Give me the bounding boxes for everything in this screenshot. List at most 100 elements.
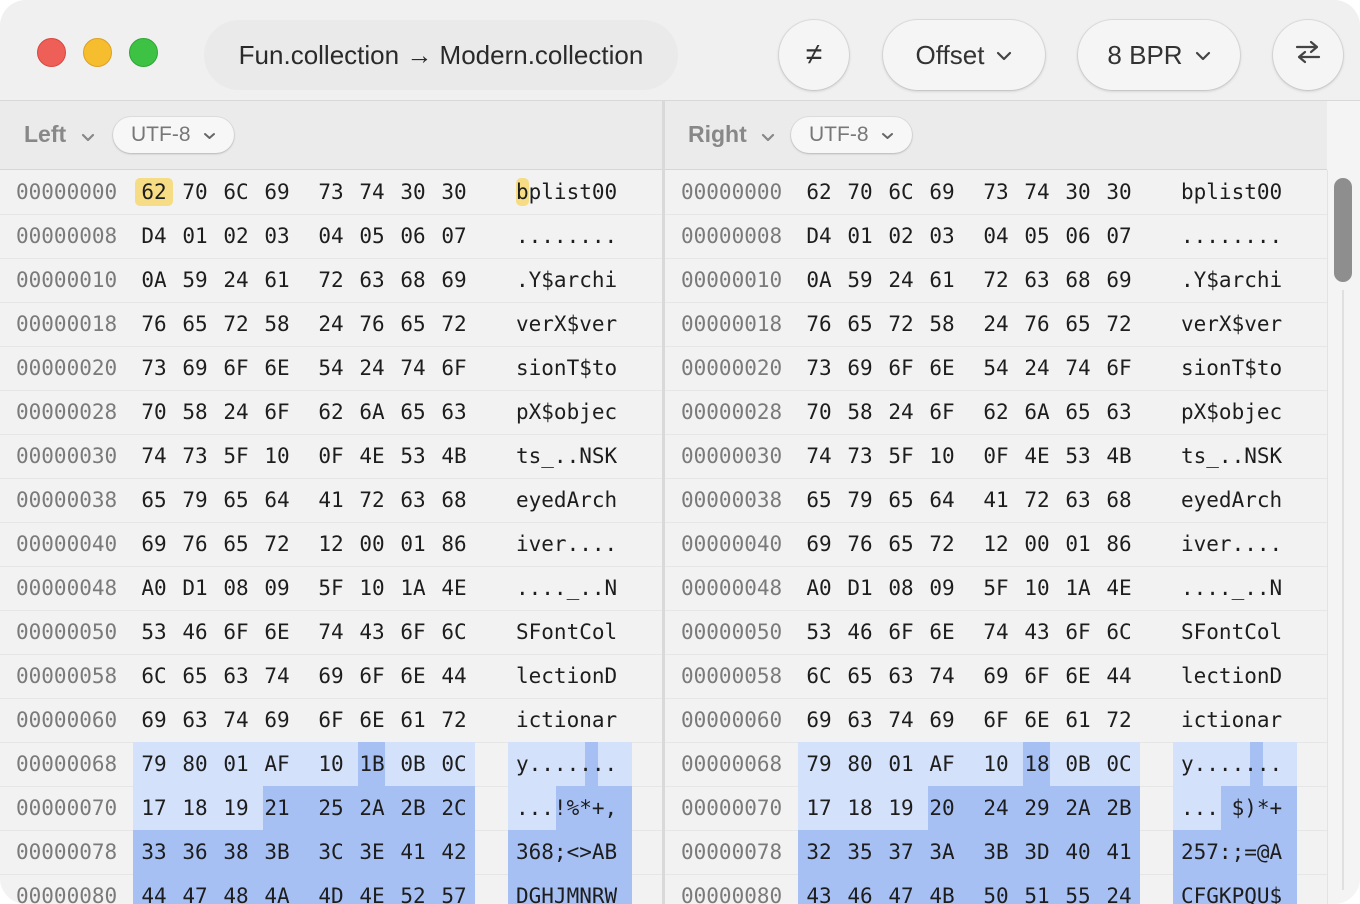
hex-row[interactable]: 00000010 0A 59 24 61 72 63 68 69 .Y$archi (665, 258, 1327, 303)
hex-byte[interactable]: 73 (312, 178, 350, 206)
hex-byte[interactable]: 10 (1018, 574, 1056, 602)
ascii-text[interactable]: ........ (1181, 222, 1282, 250)
hex-byte[interactable]: 19 (882, 794, 920, 822)
hex-byte[interactable]: 24 (312, 310, 350, 338)
hex-byte[interactable]: D4 (800, 222, 838, 250)
hex-byte[interactable]: 30 (435, 178, 473, 206)
hex-byte[interactable]: 40 (1059, 838, 1097, 866)
hex-byte[interactable]: 10 (258, 442, 296, 470)
hex-byte[interactable]: 08 (882, 574, 920, 602)
hex-byte[interactable]: 17 (135, 794, 173, 822)
hex-byte[interactable]: 24 (977, 310, 1015, 338)
hex-byte[interactable]: 6F (977, 706, 1015, 734)
hex-byte[interactable]: 6E (1059, 662, 1097, 690)
hex-byte[interactable]: 57 (435, 882, 473, 904)
hex-byte[interactable]: 47 (882, 882, 920, 904)
hex-byte[interactable]: 05 (1018, 222, 1056, 250)
hex-row[interactable]: 00000048 A0 D1 08 09 5F 10 1A 4E ...._..N (665, 566, 1327, 611)
hex-byte[interactable]: 58 (841, 398, 879, 426)
hex-byte[interactable]: 0A (800, 266, 838, 294)
hex-byte[interactable]: 6F (1100, 354, 1138, 382)
hex-byte[interactable]: 86 (1100, 530, 1138, 558)
hex-byte[interactable]: 10 (312, 750, 350, 778)
hex-row[interactable]: 00000000 62 70 6C 69 73 74 30 30 bplist00 (0, 170, 662, 215)
hex-byte[interactable]: 4B (435, 442, 473, 470)
hex-byte[interactable]: 02 (217, 222, 255, 250)
hex-byte[interactable]: 12 (312, 530, 350, 558)
hex-row[interactable]: 00000068 79 80 01 AF 10 1B 0B 0C y....... (0, 742, 662, 787)
hex-byte[interactable]: 73 (135, 354, 173, 382)
hex-byte[interactable]: 62 (800, 178, 838, 206)
hex-byte[interactable]: 50 (977, 882, 1015, 904)
hex-byte[interactable]: 79 (841, 486, 879, 514)
hex-byte[interactable]: 18 (1018, 750, 1056, 778)
hex-byte[interactable]: 53 (1059, 442, 1097, 470)
hex-byte[interactable]: 63 (1100, 398, 1138, 426)
hex-byte[interactable]: 70 (800, 398, 838, 426)
hex-byte[interactable]: 74 (1059, 354, 1097, 382)
hex-byte[interactable]: 4B (923, 882, 961, 904)
hex-byte[interactable]: 30 (394, 178, 432, 206)
hex-byte[interactable]: 44 (135, 882, 173, 904)
hex-byte[interactable]: 1B (353, 750, 391, 778)
hex-byte[interactable]: 35 (841, 838, 879, 866)
hex-byte[interactable]: 6F (435, 354, 473, 382)
hex-byte[interactable]: 74 (882, 706, 920, 734)
hex-byte[interactable]: 24 (217, 266, 255, 294)
hex-byte[interactable]: 0F (312, 442, 350, 470)
hex-byte[interactable]: 72 (1100, 310, 1138, 338)
hex-byte[interactable]: 69 (258, 178, 296, 206)
ascii-text[interactable]: pX$objec (1181, 398, 1282, 426)
hex-byte[interactable]: 41 (1100, 838, 1138, 866)
ascii-text[interactable]: ictionar (516, 706, 617, 734)
ascii-text[interactable]: ... $)*+ (1181, 794, 1282, 822)
hex-byte[interactable]: 6E (923, 354, 961, 382)
hex-byte[interactable]: 32 (800, 838, 838, 866)
left-file-selector[interactable]: Left (24, 121, 95, 148)
hex-byte[interactable]: 61 (258, 266, 296, 294)
hex-byte[interactable]: 62 (977, 398, 1015, 426)
hex-byte[interactable]: D1 (176, 574, 214, 602)
hex-row[interactable]: 00000018 76 65 72 58 24 76 65 72 verX$ver (0, 302, 662, 347)
hex-byte[interactable]: 44 (435, 662, 473, 690)
hex-byte[interactable]: 58 (176, 398, 214, 426)
hex-byte[interactable]: 80 (841, 750, 879, 778)
ascii-text[interactable]: bplist00 (1181, 178, 1282, 206)
ascii-text[interactable]: sionT$to (1181, 354, 1282, 382)
hex-byte[interactable]: 2B (1100, 794, 1138, 822)
hex-byte[interactable]: 65 (135, 486, 173, 514)
hex-byte[interactable]: 09 (258, 574, 296, 602)
hex-row[interactable]: 00000028 70 58 24 6F 62 6A 65 63 pX$objec (665, 390, 1327, 435)
right-file-selector[interactable]: Right (688, 121, 775, 148)
hex-row[interactable]: 00000060 69 63 74 69 6F 6E 61 72 ictionar (0, 698, 662, 743)
hex-byte[interactable]: 72 (435, 310, 473, 338)
hex-byte[interactable]: 33 (135, 838, 173, 866)
hex-byte[interactable]: 73 (977, 178, 1015, 206)
hex-row[interactable]: 00000030 74 73 5F 10 0F 4E 53 4B ts_..NSK (0, 434, 662, 479)
hex-byte[interactable]: 46 (841, 882, 879, 904)
ascii-text[interactable]: verX$ver (516, 310, 617, 338)
hex-byte[interactable]: 6F (923, 398, 961, 426)
hex-byte[interactable]: 10 (353, 574, 391, 602)
hex-byte[interactable]: 3E (353, 838, 391, 866)
hex-byte[interactable]: 07 (1100, 222, 1138, 250)
hex-byte[interactable]: 76 (353, 310, 391, 338)
swap-sides-button[interactable] (1273, 20, 1343, 90)
hex-byte[interactable]: 30 (1100, 178, 1138, 206)
hex-byte[interactable]: 70 (176, 178, 214, 206)
hex-byte[interactable]: 19 (217, 794, 255, 822)
hex-byte[interactable]: 61 (394, 706, 432, 734)
hex-byte[interactable]: 65 (1059, 310, 1097, 338)
hex-byte[interactable]: 62 (312, 398, 350, 426)
hex-byte[interactable]: 6F (882, 618, 920, 646)
hex-byte[interactable]: 80 (176, 750, 214, 778)
hex-byte[interactable]: 68 (1059, 266, 1097, 294)
hex-byte[interactable]: 68 (435, 486, 473, 514)
hex-byte[interactable]: D4 (135, 222, 173, 250)
hex-byte[interactable]: 72 (258, 530, 296, 558)
hex-byte[interactable]: 5F (217, 442, 255, 470)
hex-byte[interactable]: 12 (977, 530, 1015, 558)
hex-byte[interactable]: 76 (135, 310, 173, 338)
hex-byte[interactable]: 6E (353, 706, 391, 734)
hex-byte[interactable]: 63 (435, 398, 473, 426)
